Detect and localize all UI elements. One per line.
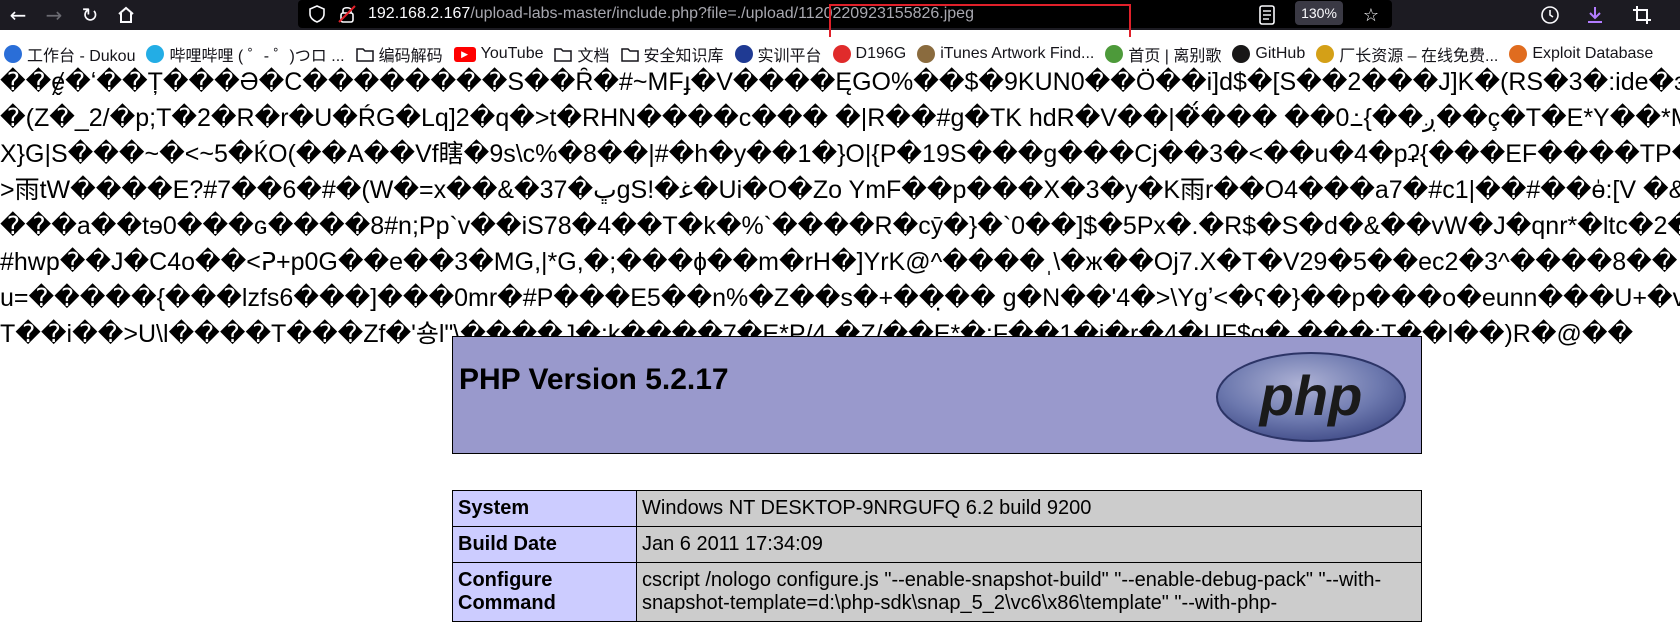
bookmark-label: D196G	[855, 45, 907, 62]
phpinfo-row: Configure Command cscript /nologo configu…	[452, 562, 1422, 622]
exploit-db-icon	[1509, 45, 1528, 63]
cactus-icon	[1105, 45, 1124, 63]
php-logo-text: php	[1258, 364, 1363, 427]
bookmark-star-button[interactable]: ☆	[1359, 3, 1383, 27]
folder-icon	[355, 45, 374, 63]
url-bar[interactable]: 192.168.2.167/upload-labs-master/include…	[298, 0, 1392, 28]
bookmark-label: YouTube	[480, 45, 544, 62]
phpinfo-header: PHP Version 5.2.17 php	[452, 336, 1422, 454]
phpinfo-key: Configure Command	[452, 562, 637, 622]
garbled-line: �(Z�_2/�p;T�2�R�r�U�ŔG�Lq]2�q�>t�RHN����…	[0, 104, 1680, 132]
phpinfo-value: Windows NT DESKTOP-9NRGUFQ 6.2 build 920…	[636, 490, 1422, 527]
phpinfo-row: System Windows NT DESKTOP-9NRGUFQ 6.2 bui…	[452, 490, 1422, 527]
bookmark-label: Exploit Database	[1532, 45, 1654, 62]
reader-view-icon	[1259, 5, 1275, 25]
downloads-button[interactable]	[1583, 3, 1607, 27]
php-version-title: PHP Version 5.2.17	[459, 363, 729, 396]
shield-icon[interactable]	[306, 3, 328, 25]
d196g-icon	[832, 45, 851, 63]
arrow-left-icon: ←	[9, 3, 27, 27]
reload-icon: ↻	[81, 3, 99, 27]
bookmark-label: 厂长资源 – 在线免费...	[1339, 48, 1499, 65]
insecure-lock-icon[interactable]	[336, 3, 358, 25]
bookmark-label: 工作台 - Dukou	[27, 48, 136, 65]
itunes-icon	[917, 45, 936, 63]
bookmark-label: 首页 | 离别歌	[1128, 48, 1222, 65]
raw-image-bytes-text: ��ɇ̬�ʻ��Ț���Ә�C��������S��Ȓ�#~MFɟ�V����Ę…	[0, 64, 1680, 352]
chang-icon	[1316, 45, 1335, 63]
home-button[interactable]	[108, 0, 144, 30]
phpinfo-value: cscript /nologo configure.js "--enable-s…	[636, 562, 1422, 622]
php-logo: php	[1216, 352, 1406, 442]
star-icon: ☆	[1362, 4, 1380, 26]
clock-icon	[1541, 6, 1559, 24]
folder-icon	[620, 45, 639, 63]
garbled-line: #hwp��J�C4o��<ᕈ+p0G��e��3�MG,|*G,�;���ɸ�…	[0, 248, 1678, 276]
garbled-line: X}G|S���~�<~5�ЌO(��A��Vf瞎�9s\c%�8��|#�h�…	[0, 140, 1680, 168]
github-icon	[1232, 45, 1251, 63]
zoom-level-button[interactable]: 130%	[1295, 1, 1343, 25]
bookmark-label: iTunes Artwork Find...	[940, 45, 1095, 62]
url-path: /upload-labs-master/include.php?file=./u…	[470, 5, 974, 22]
forward-button[interactable]: →	[36, 0, 72, 30]
bilibili-icon	[146, 45, 165, 63]
bookmark-label: 编码解码	[378, 48, 443, 65]
folder-icon	[554, 45, 573, 63]
phpinfo-row: Build Date Jan 6 2011 17:34:09	[452, 526, 1422, 563]
globe-icon	[4, 45, 22, 63]
home-icon	[118, 6, 134, 23]
garbled-line: u=�����{���lzfs6���]���0mr�#P���E5��n%�Z…	[0, 284, 1680, 312]
phpinfo-key: Build Date	[452, 526, 637, 563]
garbled-line: >⾬tW����E?#7��6�#�(W�=x��&�37�ﭚgS!�ﻏ�Ui�…	[0, 176, 1680, 204]
crop-icon	[1633, 6, 1651, 24]
history-button[interactable]	[1538, 3, 1562, 27]
garbled-line: ���a��tɘ0���ɢ����8#n;Pp`v��iS78�4��T�k�%…	[0, 212, 1680, 240]
bookmark-label: 文档	[577, 48, 610, 65]
bookmark-label: GitHub	[1255, 45, 1306, 62]
reload-button[interactable]: ↻	[72, 0, 108, 30]
bookmark-label: 实训平台	[757, 48, 822, 65]
screenshot-button[interactable]	[1630, 3, 1654, 27]
youtube-icon: ▶	[453, 46, 476, 62]
phpinfo-key: System	[452, 490, 637, 527]
browser-toolbar: ← → ↻ 192.168.2.167/upload-labs-master/i…	[0, 0, 1680, 30]
bookmark-label: 哔哩哔哩 ( ゜- ゜)つロ ...	[169, 48, 345, 65]
phpinfo-table: System Windows NT DESKTOP-9NRGUFQ 6.2 bui…	[452, 490, 1422, 622]
download-icon	[1588, 7, 1602, 23]
phpinfo-value: Jan 6 2011 17:34:09	[636, 526, 1422, 563]
url-text[interactable]: 192.168.2.167/upload-labs-master/include…	[368, 5, 974, 23]
bookmark-label: 安全知识库	[643, 48, 724, 65]
reader-view-button[interactable]	[1255, 3, 1279, 27]
back-button[interactable]: ←	[0, 0, 36, 30]
platform-icon	[734, 45, 753, 63]
url-host: 192.168.2.167	[368, 5, 471, 22]
arrow-right-icon: →	[45, 3, 63, 27]
garbled-line: ��ɇ̬�ʻ��Ț���Ә�C��������S��Ȓ�#~MFɟ�V����Ę…	[0, 68, 1680, 96]
